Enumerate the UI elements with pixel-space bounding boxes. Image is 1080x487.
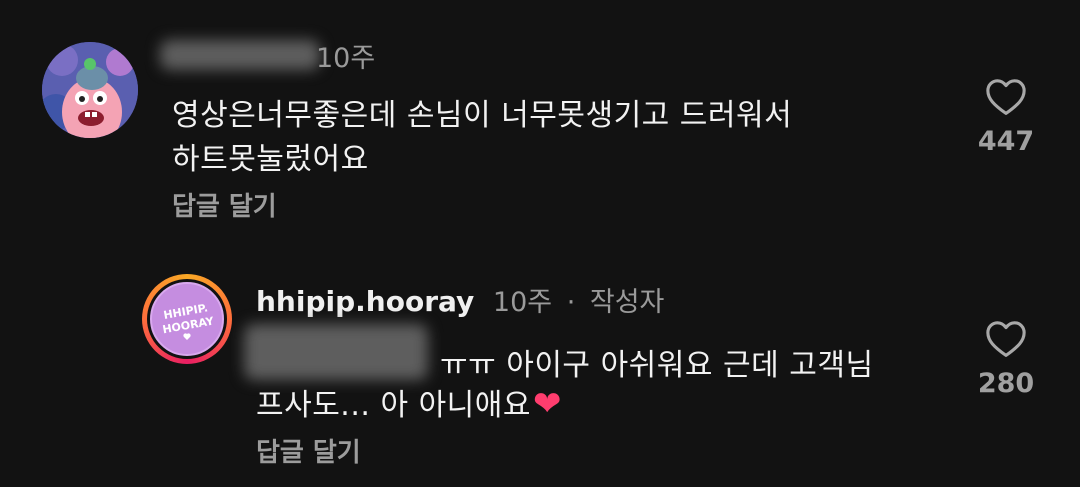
meta-separator: · xyxy=(566,287,576,318)
redacted-username xyxy=(160,40,320,70)
comment-text: 프사도... 아 아니애요 xyxy=(256,388,531,423)
author-avatar[interactable]: HHIPIP. HOORAY xyxy=(142,274,232,364)
reply-button[interactable]: 답글 달기 xyxy=(256,432,361,469)
comment-item: 10주 영상은너무좋은데 손님이 너무못생기고 드러워서 하트못눌렀어요 답글 … xyxy=(0,0,1080,240)
comment-text-line: 프사도... 아 아니애요❤ xyxy=(256,380,562,424)
like-count: 447 xyxy=(977,126,1035,157)
heart-emoji-icon: ❤ xyxy=(532,384,562,424)
commenter-avatar[interactable] xyxy=(42,42,138,138)
comment-text-line: 영상은너무좋은데 손님이 너무못생기고 드러워서 xyxy=(172,98,793,133)
comment-time: 10주 xyxy=(316,43,376,74)
heart-outline-icon[interactable] xyxy=(985,320,1027,358)
comment-time: 10주 xyxy=(492,287,553,318)
like-count: 280 xyxy=(977,368,1035,399)
author-badge: 작성자 xyxy=(589,287,665,318)
comment-meta: hhipip.hooray 10주 · 작성자 xyxy=(256,280,664,319)
redacted-mention xyxy=(244,324,428,380)
heart-outline-icon[interactable] xyxy=(985,78,1027,116)
author-username[interactable]: hhipip.hooray xyxy=(256,285,474,318)
cartoon-avatar-icon xyxy=(42,42,138,138)
like-group: 280 xyxy=(956,320,1056,399)
reply-button[interactable]: 답글 달기 xyxy=(172,186,277,223)
like-group: 447 xyxy=(956,78,1056,157)
comment-text-line: ㅠㅠ 아이구 아쉬워요 근데 고객님 xyxy=(440,348,874,383)
comment-text-line: 하트못눌렀어요 xyxy=(172,142,369,177)
reply-comment-item: HHIPIP. HOORAY hhipip.hooray 10주 · 작성자 ㅠ… xyxy=(0,260,1080,487)
hhipip-hooray-logo-icon: HHIPIP. HOORAY xyxy=(150,282,224,356)
